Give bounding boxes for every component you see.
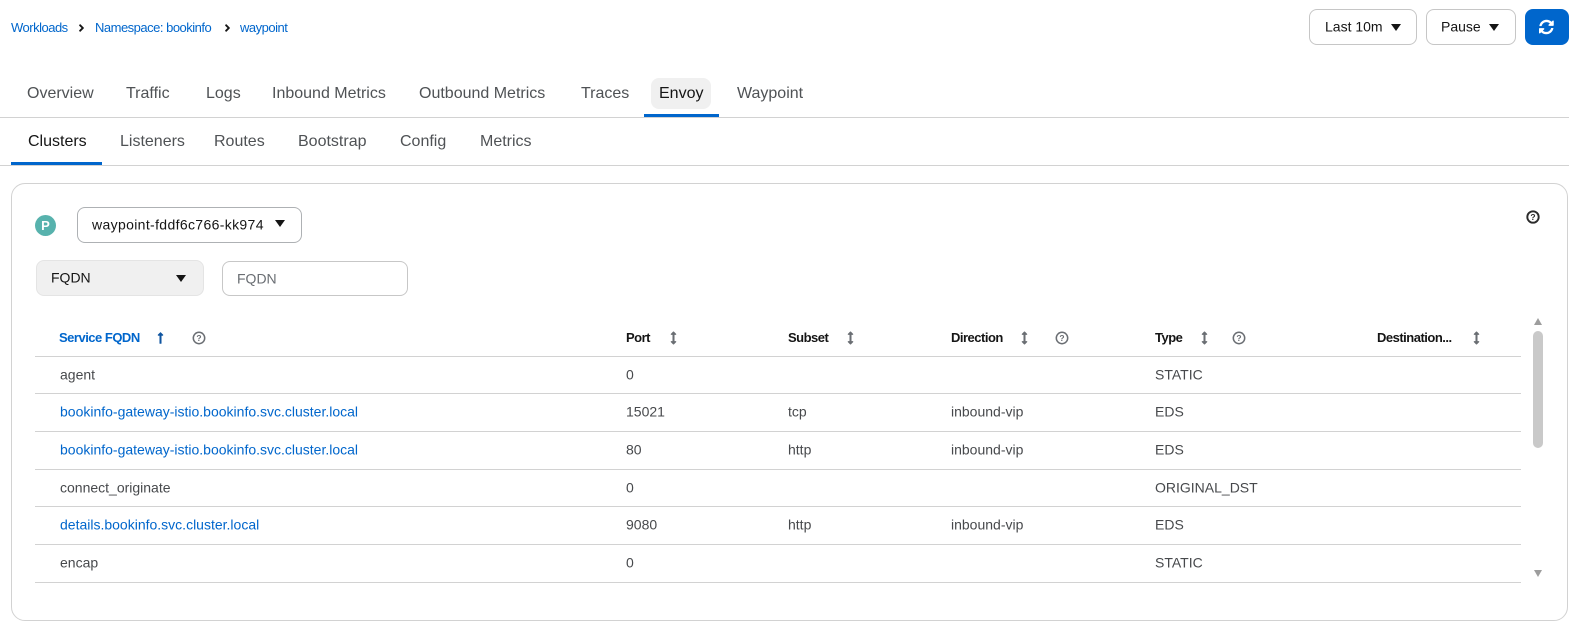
svg-text:?: ? <box>196 333 201 343</box>
svg-text:?: ? <box>1236 333 1241 343</box>
svg-text:?: ? <box>1530 211 1535 221</box>
svg-text:?: ? <box>1059 333 1064 343</box>
